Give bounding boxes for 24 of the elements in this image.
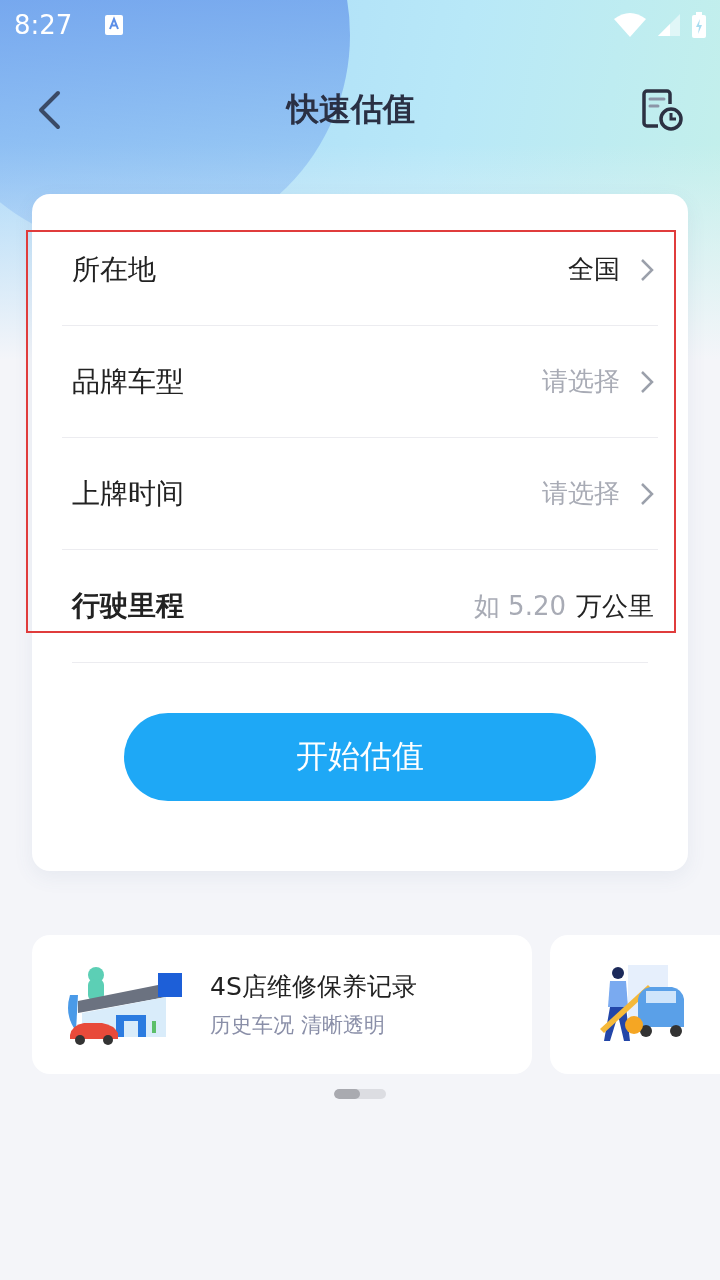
- field-label: 行驶里程: [72, 588, 185, 624]
- field-placeholder[interactable]: 请选择: [542, 364, 620, 399]
- field-label: 所在地: [72, 251, 157, 288]
- field-value[interactable]: 全国: [568, 252, 620, 287]
- unit-label: 万公里: [576, 589, 654, 623]
- notification-icon: [104, 14, 125, 36]
- status-time: 8:27: [14, 10, 73, 40]
- chevron-icon: [640, 257, 654, 282]
- banner-title: 4S店维修保养记录: [210, 971, 417, 1003]
- field-placeholder[interactable]: 请选择: [542, 476, 620, 511]
- field-label: 品牌车型: [72, 363, 185, 400]
- page-indicator: [334, 1089, 386, 1099]
- chevron-icon: [640, 369, 654, 394]
- field-label: 上牌时间: [72, 475, 185, 512]
- banner-card[interactable]: 4S店维修保养记录 历史车况 清晰透明: [32, 935, 532, 1074]
- banner-subtitle: 历史车况 清晰透明: [210, 1012, 386, 1039]
- signal-icon: [658, 14, 680, 36]
- history-icon[interactable]: [640, 88, 684, 132]
- back-icon[interactable]: [36, 90, 62, 130]
- wifi-icon: [614, 13, 646, 37]
- battery-icon: [692, 12, 706, 38]
- start-button[interactable]: 开始估值: [124, 713, 596, 801]
- page-title: 快速估值: [287, 89, 415, 130]
- chevron-icon: [640, 481, 654, 506]
